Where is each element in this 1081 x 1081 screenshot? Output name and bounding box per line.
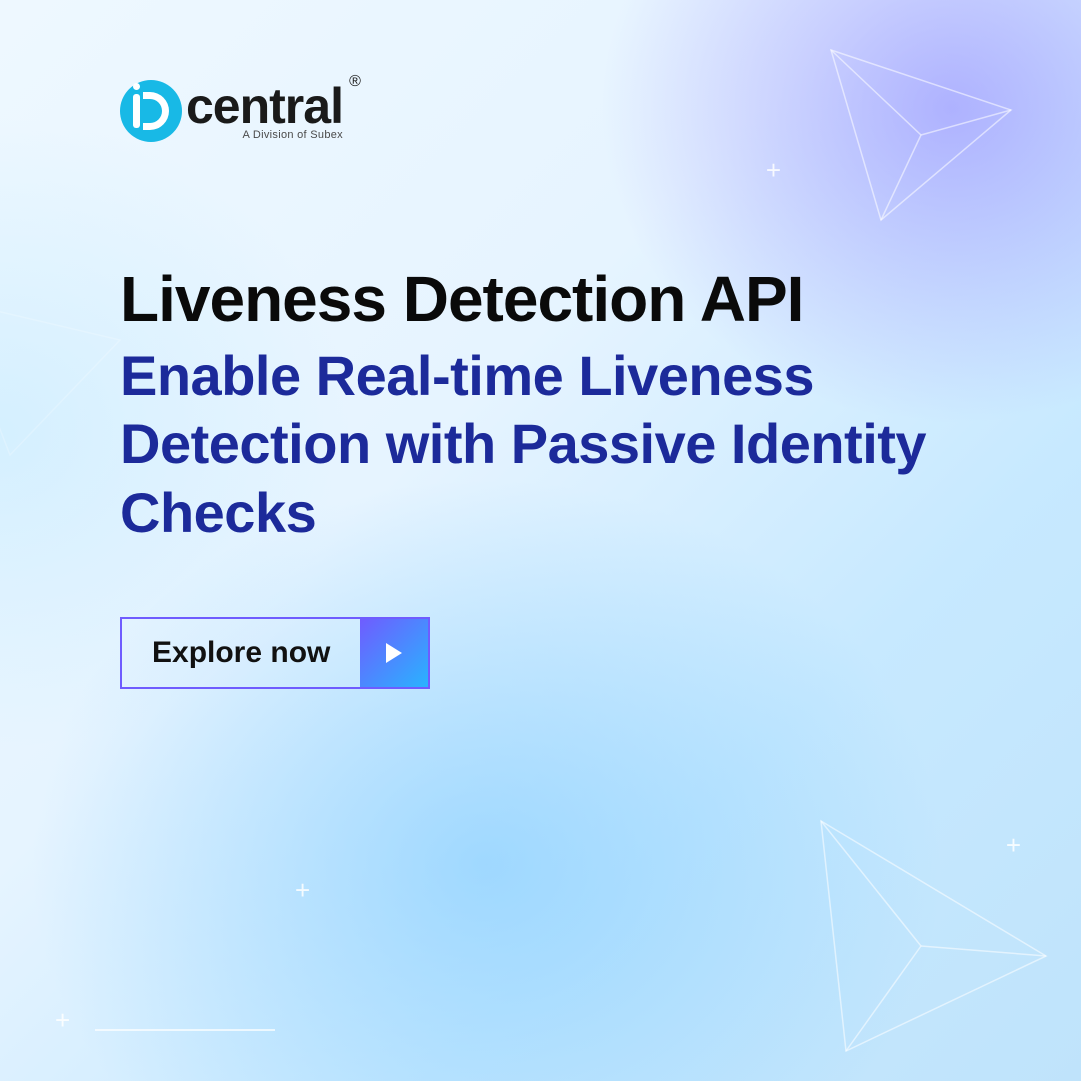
page-subtitle: Enable Real-time Liveness Detection with… (120, 342, 940, 547)
plus-decoration: + (55, 1005, 70, 1036)
page-title: Liveness Detection API (120, 262, 940, 336)
play-icon (360, 619, 428, 687)
brand-logo: central ® A Division of Subex (120, 80, 940, 142)
explore-button[interactable]: Explore now (120, 617, 430, 689)
logo-word: central (186, 78, 343, 134)
plus-decoration: + (1006, 830, 1021, 861)
line-decoration (95, 1029, 275, 1031)
explore-button-label: Explore now (122, 619, 360, 687)
registered-mark: ® (349, 73, 361, 91)
triangle-left (0, 280, 130, 470)
plus-decoration: + (295, 875, 310, 906)
logo-mark (120, 80, 182, 142)
